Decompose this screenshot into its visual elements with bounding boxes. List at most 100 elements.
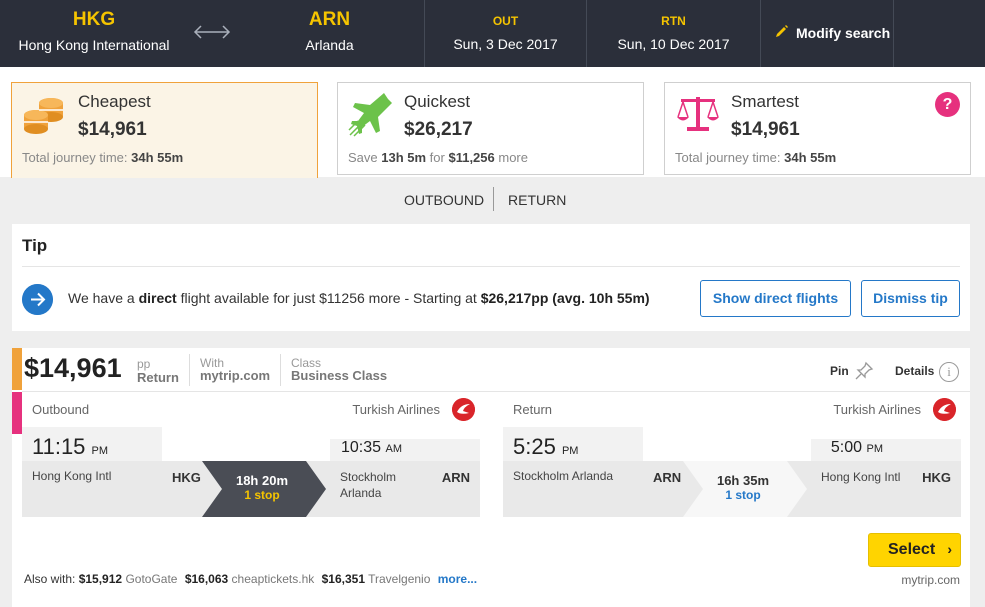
quickest-extra-cost: $11,256 [448, 150, 495, 165]
outbound-label: Outbound [32, 402, 90, 417]
tip-text-2: flight available for just $11256 more - … [176, 290, 481, 306]
sort-card-cheapest[interactable]: Cheapest $14,961 Total journey time: 34h… [11, 82, 318, 178]
smartest-title: Smartest [731, 92, 800, 111]
quickest-sub-mid: for [426, 150, 449, 165]
sort-card-smartest[interactable]: Smartest $14,961 Total journey time: 34h… [664, 82, 971, 175]
return-leg[interactable]: Return Turkish Airlines 5:25 PM 5:00 PM … [503, 391, 961, 519]
quickest-title: Quickest [404, 92, 471, 111]
out-date: Sun, 3 Dec 2017 [453, 36, 558, 52]
search-summary-bar: HKG Hong Kong International ARN Arlanda … [0, 0, 985, 67]
quickest-time-saved: 13h 5m [381, 150, 427, 165]
pin-icon[interactable] [854, 361, 874, 381]
outbound-from-code: HKG [172, 470, 201, 485]
swap-arrows-icon[interactable] [192, 22, 232, 42]
chevron-right-icon: › [947, 541, 952, 557]
origin-block: HKG Hong Kong International [0, 0, 188, 67]
info-icon[interactable]: i [939, 362, 959, 382]
cheapest-sub-prefix: Total journey time: [22, 150, 132, 165]
outbound-leg[interactable]: Outbound Turkish Airlines 11:15 PM 10:35… [22, 391, 480, 519]
dep-ampm: PM [561, 445, 579, 457]
smartest-marker [12, 392, 22, 434]
tab-return[interactable]: RETURN [508, 192, 566, 208]
smartest-sub-prefix: Total journey time: [675, 150, 785, 165]
pencil-icon [776, 25, 788, 37]
return-stops: 1 stop [725, 488, 761, 502]
return-date-block[interactable]: RTN Sun, 10 Dec 2017 [587, 0, 760, 67]
select-button[interactable]: Select › [868, 533, 961, 567]
outbound-arrival-time: 10:35 AM [341, 439, 402, 457]
more-offers-link[interactable]: more... [438, 572, 477, 586]
divider [189, 354, 190, 386]
alternative-offers: Also with: $15,912 GotoGate $16,063 chea… [24, 572, 477, 586]
return-arrival-time: 5:00 PM [831, 439, 883, 457]
destination-block: ARN Arlanda [235, 0, 425, 67]
alt-price[interactable]: $15,912 [79, 572, 122, 586]
divider [280, 354, 281, 386]
destination-code: ARN [308, 9, 351, 30]
return-from-code: ARN [653, 470, 682, 485]
quickest-price: $26,217 [404, 119, 473, 140]
origin-name: Hong Kong International [18, 37, 170, 53]
result-price: $14,961 [24, 353, 122, 383]
dep-time-value: 11:15 [32, 434, 86, 459]
coins-icon [24, 98, 63, 134]
outbound-stops: 1 stop [244, 488, 280, 502]
quickest-subtitle: Save 13h 5m for $11,256 more [348, 150, 528, 165]
alt-site[interactable]: cheaptickets.hk [232, 572, 315, 586]
return-label: Return [513, 402, 553, 417]
return-to-code: HKG [922, 470, 951, 485]
tip-direct: direct [138, 290, 177, 306]
alt-site[interactable]: Travelgenio [368, 572, 430, 586]
smartest-subtitle: Total journey time: 34h 55m [675, 150, 836, 165]
alt-price[interactable]: $16,063 [185, 572, 228, 586]
select-label: Select [888, 541, 936, 558]
turkish-airlines-logo-icon [933, 398, 956, 421]
dep-time-value: 5:25 [513, 434, 556, 459]
sort-card-quickest[interactable]: Quickest $26,217 Save 13h 5m for $11,256… [337, 82, 644, 175]
rtn-label: RTN [661, 14, 686, 28]
booking-site: mytrip.com [200, 368, 271, 383]
leg-tabs: OUTBOUND RETURN [0, 177, 985, 222]
return-airline: Turkish Airlines [833, 402, 921, 417]
dismiss-tip-button[interactable]: Dismiss tip [861, 280, 960, 317]
dep-ampm: PM [91, 445, 109, 457]
provider-name: mytrip.com [901, 573, 960, 587]
alt-site[interactable]: GotoGate [125, 572, 177, 586]
return-departure-time: 5:25 PM [513, 434, 578, 460]
tip-divider [22, 266, 960, 267]
tip-text-1: We have a [68, 290, 139, 306]
to-city-line-2: Arlanda [340, 486, 382, 500]
details-label[interactable]: Details [895, 364, 934, 378]
tip-direct-price: $26,217pp (avg. 10h 55m) [480, 290, 650, 306]
scales-icon [677, 97, 719, 131]
help-icon[interactable]: ? [935, 92, 960, 117]
arrow-right-icon [22, 284, 53, 315]
tip-panel: Tip We have a direct flight available fo… [12, 224, 970, 331]
modify-search-label: Modify search [796, 25, 891, 41]
outbound-departure-time: 11:15 PM [32, 434, 108, 460]
cheapest-title: Cheapest [78, 92, 151, 111]
flight-result-card: $14,961 pp Return With mytrip.com Class … [12, 348, 970, 607]
smartest-price: $14,961 [731, 119, 800, 140]
per-person-label: pp [137, 357, 151, 371]
outbound-to-city: Stockholm Arlanda [340, 469, 396, 501]
return-to-city: Hong Kong Intl [821, 469, 900, 485]
turkish-airlines-logo-icon [452, 398, 475, 421]
cheapest-price: $14,961 [78, 119, 147, 140]
show-direct-flights-button[interactable]: Show direct flights [700, 280, 851, 317]
outbound-date-block[interactable]: OUT Sun, 3 Dec 2017 [425, 0, 587, 67]
pin-label[interactable]: Pin [830, 364, 849, 378]
outbound-from-city: Hong Kong Intl [32, 469, 112, 483]
trip-type: Return [137, 370, 179, 385]
cheapest-marker [12, 348, 22, 390]
outbound-duration: 18h 20m [235, 473, 289, 488]
outbound-to-code: ARN [441, 470, 470, 485]
alt-price[interactable]: $16,351 [322, 572, 365, 586]
tab-outbound[interactable]: OUTBOUND [404, 192, 484, 208]
arr-time-value: 10:35 [341, 439, 382, 456]
return-from-city: Stockholm Arlanda [513, 469, 614, 483]
modify-search-button[interactable]: Modify search [760, 0, 894, 67]
sort-options: Cheapest $14,961 Total journey time: 34h… [0, 67, 985, 178]
arr-time-value: 5:00 [830, 439, 863, 456]
cabin-class: Business Class [291, 368, 388, 383]
